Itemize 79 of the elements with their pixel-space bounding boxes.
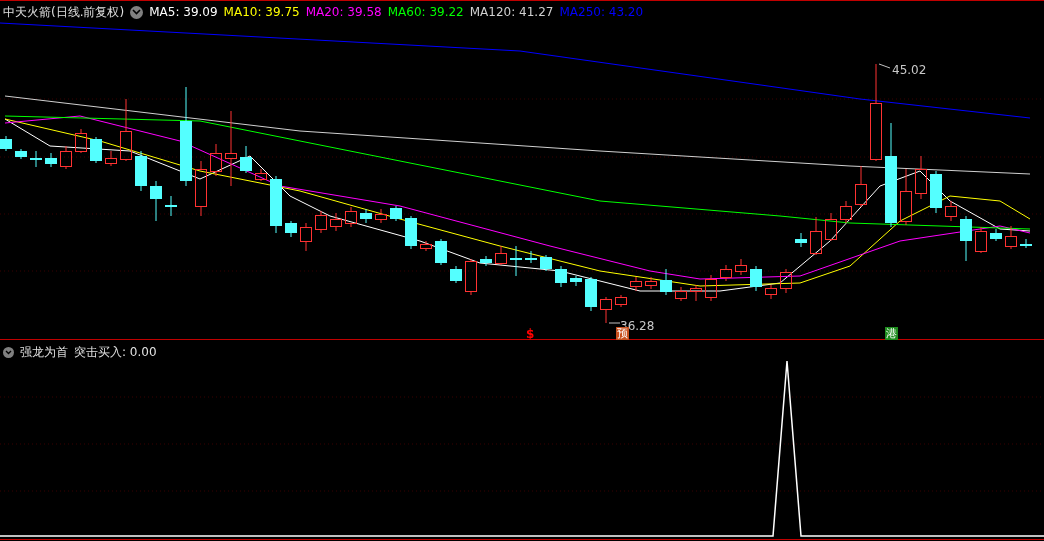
candlestick [1020, 238, 1032, 249]
moving-average-value: MA250: 43.20 [559, 4, 644, 21]
stock-title: 中天火箭(日线.前复权) [3, 4, 125, 21]
dropdown-icon[interactable] [130, 5, 144, 19]
candlestick [585, 276, 597, 312]
candlestick [480, 255, 492, 267]
candlestick [615, 294, 627, 308]
candlestick [210, 143, 222, 177]
candlestick [285, 220, 297, 238]
candlestick [750, 265, 762, 292]
candlestick [540, 254, 552, 272]
candlestick [45, 152, 57, 168]
candlestick [810, 216, 822, 256]
candlestick [345, 206, 357, 228]
price-label: 45.02 [892, 62, 927, 79]
dropdown-icon[interactable] [3, 346, 14, 358]
moving-average-value: MA120: 41.27 [469, 4, 554, 21]
candlestick [390, 205, 402, 222]
event-badge: 港 [885, 327, 898, 340]
candlestick [435, 238, 447, 266]
candlestick [240, 145, 252, 174]
candlestick [375, 208, 387, 224]
candlestick [945, 200, 957, 222]
candlestick [975, 226, 987, 254]
candlestick [465, 258, 477, 296]
candlestick [315, 210, 327, 234]
candlestick [270, 175, 282, 234]
candlestick [840, 200, 852, 224]
candlestick [30, 150, 42, 168]
moving-average-value: MA10: 39.75 [223, 4, 300, 21]
candlestick [150, 180, 162, 222]
candlestick [1005, 225, 1017, 250]
candlestick [855, 165, 867, 208]
candlestick [0, 135, 12, 152]
candlestick [360, 208, 372, 224]
candlestick [165, 195, 177, 217]
moving-average-value: MA20: 39.58 [305, 4, 382, 21]
candlestick [75, 128, 87, 154]
candlestick [510, 245, 522, 277]
moving-average-value: MA60: 39.22 [387, 4, 464, 21]
candlestick [405, 215, 417, 250]
candlestick [255, 168, 267, 182]
event-mark: $ [526, 326, 535, 343]
candlestick [420, 240, 432, 252]
indicator-value: 突击买入: 0.00 [74, 344, 157, 361]
candlestick [915, 155, 927, 200]
candlestick [630, 276, 642, 292]
candlestick [330, 212, 342, 232]
candlestick [105, 150, 117, 167]
candlestick [690, 284, 702, 302]
candlestick [90, 136, 102, 164]
candlestick [900, 168, 912, 226]
candlestick [555, 265, 567, 288]
candlestick [645, 276, 657, 290]
candlestick [120, 98, 132, 162]
candlestick [780, 268, 792, 294]
candlestick [705, 274, 717, 302]
candlestick [735, 258, 747, 276]
candlestick [720, 264, 732, 282]
indicator-name: 强龙为首 [20, 344, 68, 361]
candlestick [825, 212, 837, 242]
candlestick [675, 286, 687, 302]
candlestick [570, 275, 582, 287]
candlestick [795, 232, 807, 248]
candlestick [135, 150, 147, 192]
candlestick [300, 222, 312, 252]
candlestick [960, 215, 972, 262]
candlestick [195, 160, 207, 217]
candlestick [525, 250, 537, 264]
candlestick [450, 265, 462, 284]
moving-average-value: MA5: 39.09 [149, 4, 218, 21]
candlestick [495, 245, 507, 266]
candlestick [15, 148, 27, 160]
candlestick [990, 228, 1002, 242]
candlestick [60, 145, 72, 170]
candlestick [765, 284, 777, 300]
candlestick [660, 268, 672, 296]
candlestick [600, 296, 612, 324]
candlestick [930, 170, 942, 214]
